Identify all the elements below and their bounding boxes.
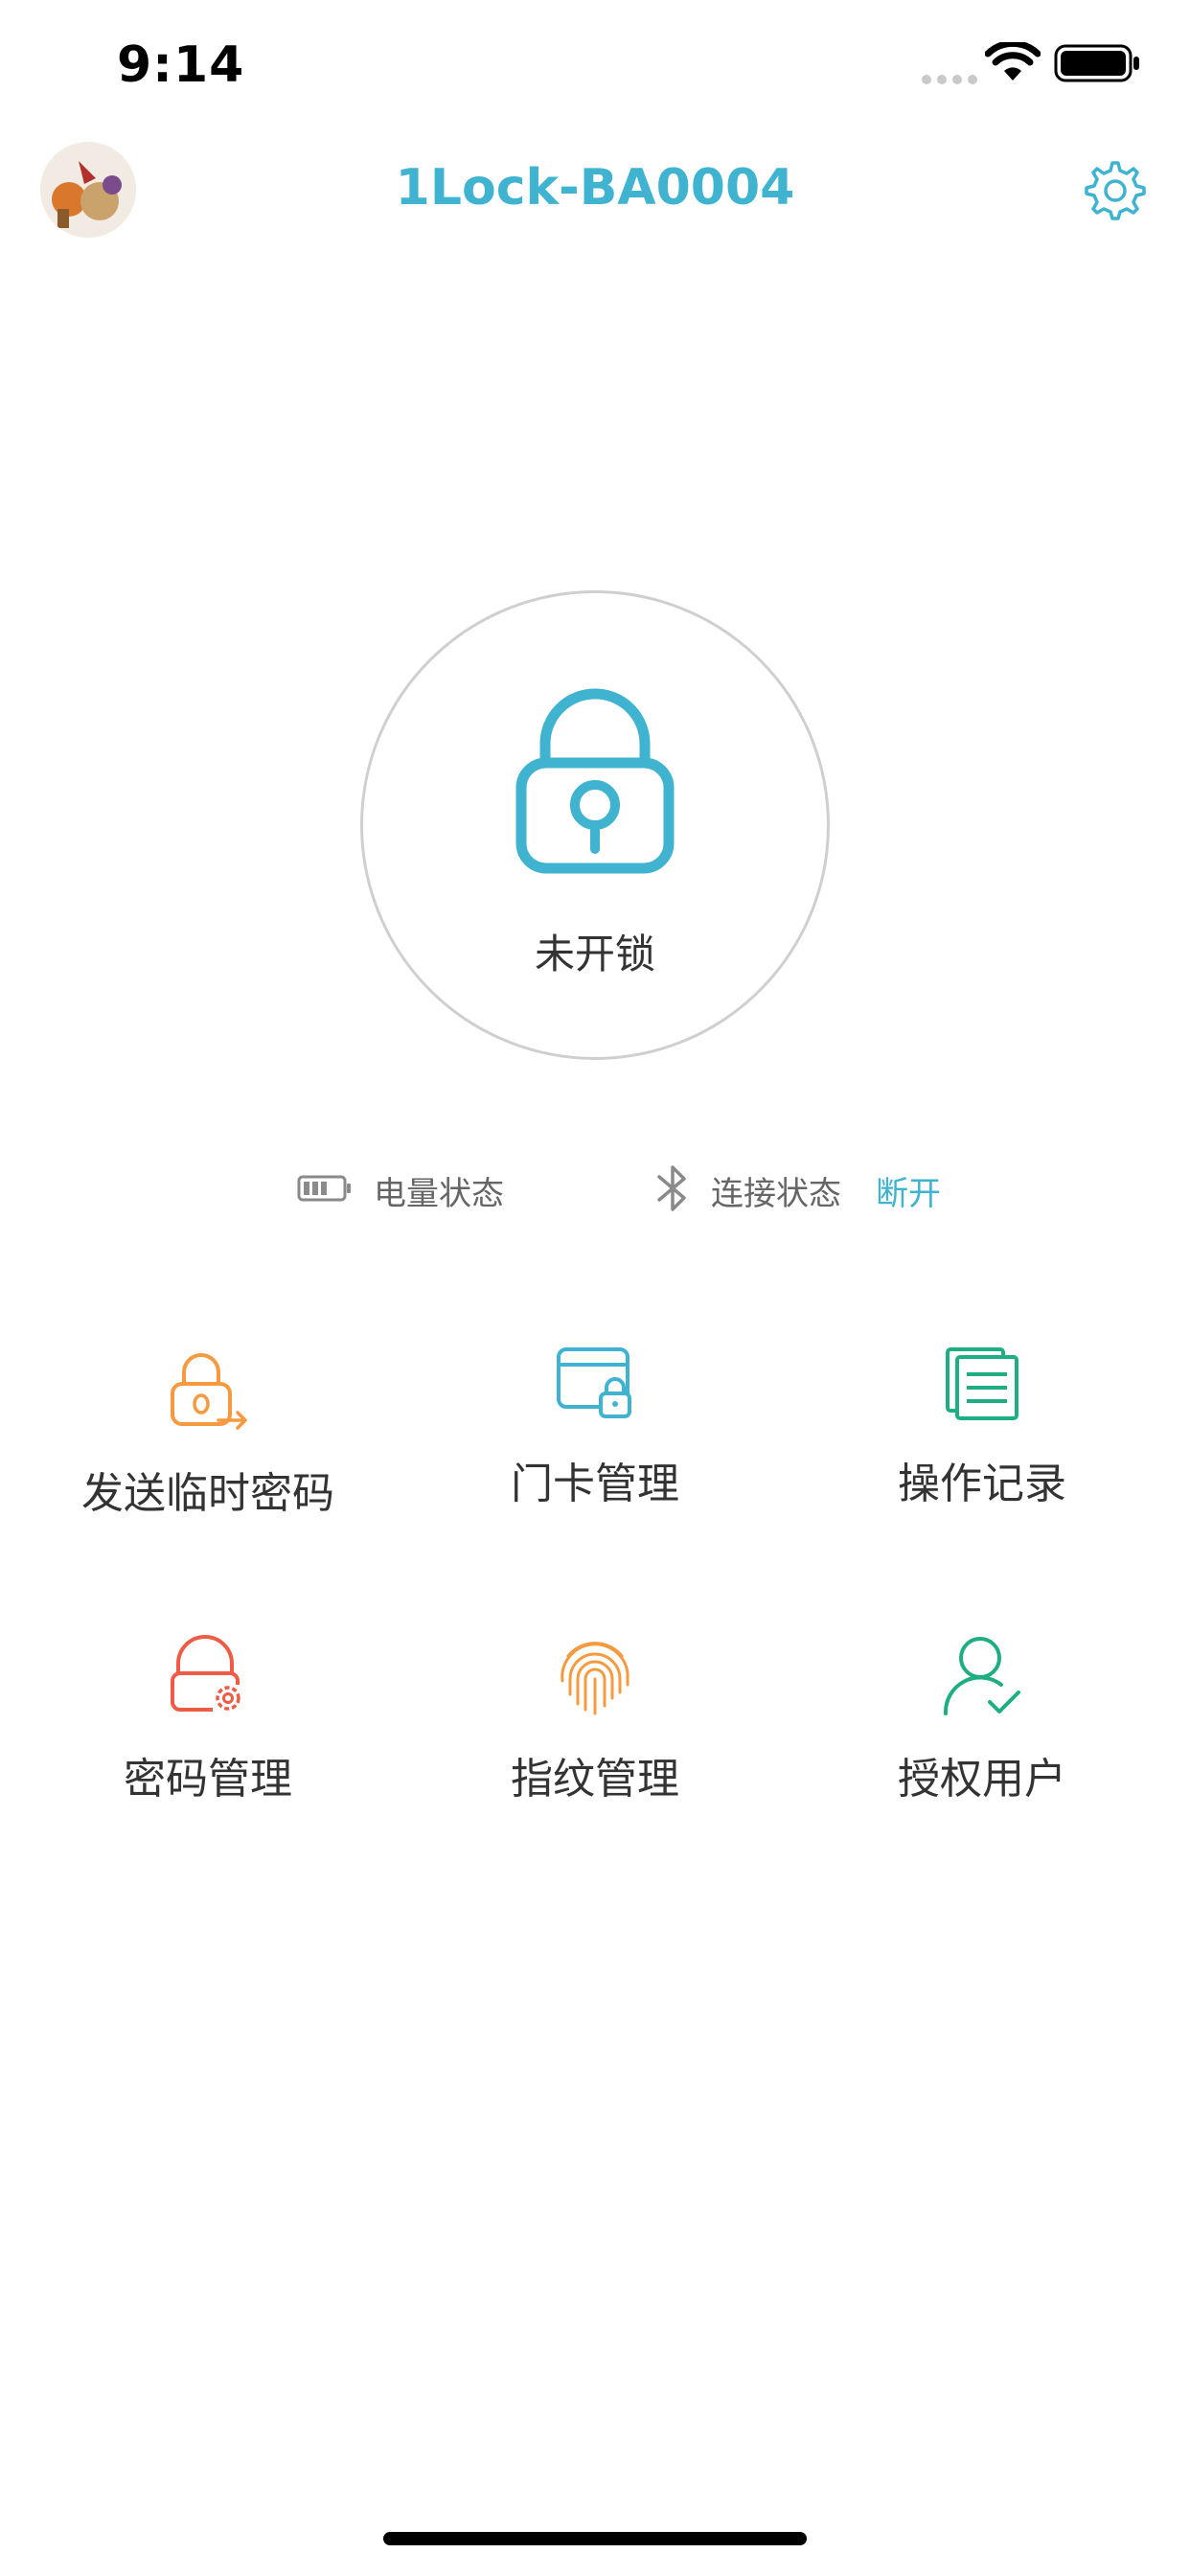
send-temp-password-icon xyxy=(171,1353,247,1430)
gear-icon[interactable] xyxy=(1079,157,1146,224)
password-management-button[interactable]: 密码管理 xyxy=(10,1635,406,1806)
function-label: 发送临时密码 xyxy=(81,1469,334,1518)
function-label: 操作记录 xyxy=(898,1460,1066,1508)
fingerprint-icon xyxy=(561,1642,629,1715)
battery-status-label: 电量状态 xyxy=(374,1175,504,1213)
fingerprint-management-button[interactable]: 指纹管理 xyxy=(397,1635,793,1806)
password-settings-icon xyxy=(171,1635,240,1712)
records-icon xyxy=(946,1347,1018,1420)
function-label: 密码管理 xyxy=(124,1755,292,1804)
function-label: 门卡管理 xyxy=(511,1460,679,1508)
operation-records-button[interactable]: 操作记录 xyxy=(784,1346,1180,1510)
disconnect-button[interactable]: 断开 xyxy=(876,1167,941,1214)
send-temp-password-button[interactable]: 发送临时密码 xyxy=(10,1346,406,1520)
page-title: 1Lock-BA0004 xyxy=(395,159,795,217)
lock-status-text: 未开锁 xyxy=(534,931,655,978)
padlock-icon xyxy=(515,688,675,874)
battery-icon xyxy=(1054,44,1139,82)
card-lock-icon xyxy=(557,1347,631,1418)
battery-level-icon xyxy=(297,1175,351,1202)
authorized-user-icon xyxy=(943,1637,1020,1715)
bluetooth-icon xyxy=(657,1165,686,1211)
card-management-button[interactable]: 门卡管理 xyxy=(397,1346,793,1510)
cellular-signal-icon xyxy=(922,75,977,84)
function-label: 指纹管理 xyxy=(511,1755,679,1804)
connection-status-label: 连接状态 xyxy=(711,1175,841,1213)
status-time: 9:14 xyxy=(117,36,245,94)
authorized-users-button[interactable]: 授权用户 xyxy=(784,1635,1180,1806)
home-indicator[interactable] xyxy=(383,2532,807,2545)
function-label: 授权用户 xyxy=(898,1755,1066,1804)
wifi-icon xyxy=(985,42,1041,80)
